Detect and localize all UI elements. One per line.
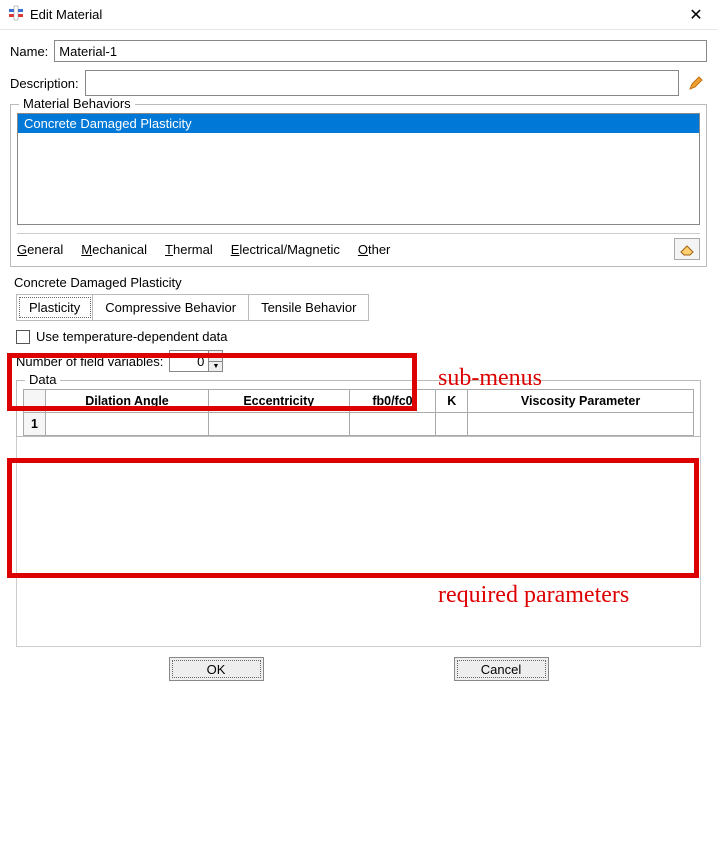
cell-viscosity[interactable]: [468, 413, 694, 436]
menu-general[interactable]: General: [17, 242, 63, 257]
behavior-menu-bar: General Mechanical Thermal Electrical/Ma…: [17, 233, 700, 260]
description-label: Description:: [10, 76, 79, 91]
plasticity-tabs: Plasticity Compressive Behavior Tensile …: [16, 294, 369, 321]
cell-fb0fc0[interactable]: [349, 413, 436, 436]
delete-behavior-button[interactable]: [674, 238, 700, 260]
data-table[interactable]: Dilation Angle Eccentricity fb0/fc0 K Vi…: [23, 389, 694, 436]
tab-tensile[interactable]: Tensile Behavior: [249, 295, 368, 320]
menu-electrical-label: lectrical/Magnetic: [239, 242, 339, 257]
tab-plasticity[interactable]: Plasticity: [17, 295, 93, 320]
rownum-header: [24, 390, 46, 413]
menu-mechanical-label: echanical: [92, 242, 147, 257]
name-input[interactable]: [54, 40, 707, 62]
material-behaviors-group: Material Behaviors Concrete Damaged Plas…: [10, 104, 707, 267]
col-fb0fc0: fb0/fc0: [349, 390, 436, 413]
cancel-button[interactable]: Cancel: [454, 657, 549, 681]
cell-eccentricity[interactable]: [208, 413, 349, 436]
tab-compressive[interactable]: Compressive Behavior: [93, 295, 249, 320]
name-label: Name:: [10, 44, 48, 59]
edit-description-button[interactable]: [685, 72, 707, 94]
ok-button[interactable]: OK: [169, 657, 264, 681]
behaviors-list[interactable]: Concrete Damaged Plasticity: [17, 113, 700, 225]
row-number: 1: [24, 413, 46, 436]
description-input[interactable]: [85, 70, 679, 96]
col-k: K: [436, 390, 468, 413]
menu-general-label: eneral: [27, 242, 63, 257]
menu-electrical[interactable]: Electrical/Magnetic: [231, 242, 340, 257]
cell-k[interactable]: [436, 413, 468, 436]
menu-mechanical[interactable]: Mechanical: [81, 242, 147, 257]
menu-thermal-label: hermal: [173, 242, 213, 257]
field-variables-spinner[interactable]: ▲ ▼: [169, 350, 223, 372]
menu-other[interactable]: Other: [358, 242, 391, 257]
data-group: Data Dilation Angle Eccentricity fb0/fc0…: [16, 380, 701, 437]
field-variables-label: Number of field variables:: [16, 354, 163, 369]
col-viscosity: Viscosity Parameter: [468, 390, 694, 413]
behavior-item[interactable]: Concrete Damaged Plasticity: [18, 114, 699, 133]
window-title: Edit Material: [30, 7, 681, 22]
data-group-title: Data: [25, 372, 60, 387]
col-dilation-angle: Dilation Angle: [46, 390, 209, 413]
col-eccentricity: Eccentricity: [208, 390, 349, 413]
field-variables-input[interactable]: [170, 351, 208, 371]
spinner-down-button[interactable]: ▼: [209, 362, 222, 372]
menu-other-label: ther: [368, 242, 390, 257]
section-title: Concrete Damaged Plasticity: [14, 275, 707, 290]
app-icon: [8, 5, 24, 24]
use-temperature-label: Use temperature-dependent data: [36, 329, 228, 344]
data-fill-area: [16, 437, 701, 647]
spinner-up-button[interactable]: ▲: [209, 351, 222, 362]
menu-thermal[interactable]: Thermal: [165, 242, 213, 257]
title-bar: Edit Material ✕: [0, 0, 717, 30]
cell-dilation-angle[interactable]: [46, 413, 209, 436]
close-button[interactable]: ✕: [681, 0, 711, 30]
behaviors-group-title: Material Behaviors: [19, 96, 135, 111]
use-temperature-checkbox[interactable]: [16, 330, 30, 344]
table-row[interactable]: 1: [24, 413, 694, 436]
